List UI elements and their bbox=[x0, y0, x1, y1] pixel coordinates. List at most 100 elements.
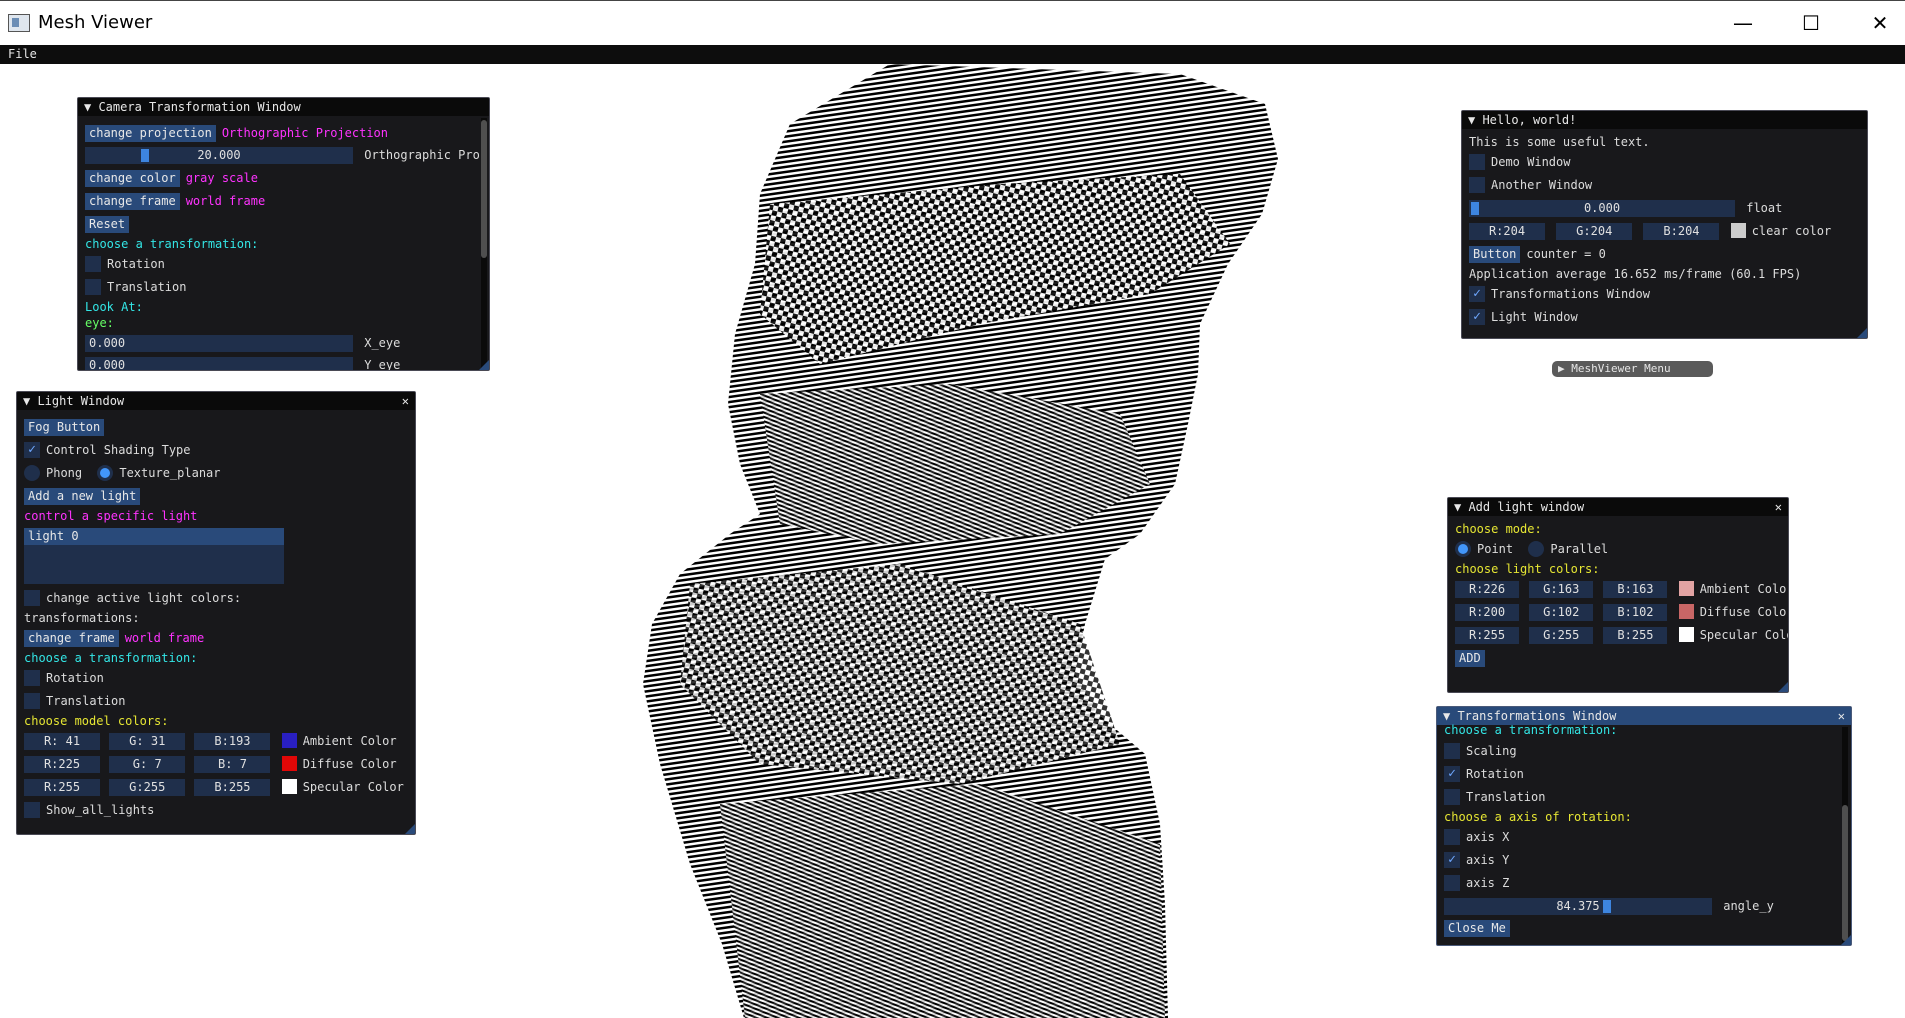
close-button[interactable]: ✕ bbox=[1857, 7, 1903, 39]
clear-r-input[interactable]: R:204 bbox=[1469, 223, 1545, 240]
checkmark-icon[interactable]: ✓ bbox=[1469, 308, 1485, 325]
change-color-button[interactable]: change color bbox=[85, 170, 180, 187]
ambient-color-swatch[interactable] bbox=[281, 733, 297, 748]
light-window-checkbox[interactable]: ✓ Light Window bbox=[1469, 308, 1578, 327]
show-all-lights-checkbox[interactable]: Show_all_lights bbox=[24, 801, 154, 820]
light-translation-checkbox[interactable]: Translation bbox=[24, 692, 125, 711]
addlight-specular-r[interactable]: R:255 bbox=[1455, 627, 1519, 644]
addlight-ambient-g[interactable]: G:163 bbox=[1529, 581, 1594, 598]
diffuse-b-input[interactable]: B: 7 bbox=[194, 756, 271, 773]
addlight-ambient-r[interactable]: R:226 bbox=[1455, 581, 1519, 598]
angle-slider[interactable]: 84.375 bbox=[1444, 898, 1712, 915]
add-light-button[interactable]: Add a new light bbox=[24, 488, 141, 505]
close-me-button[interactable]: Close Me bbox=[1444, 920, 1510, 937]
clear-g-input[interactable]: G:204 bbox=[1556, 223, 1633, 240]
add-button[interactable]: ADD bbox=[1455, 650, 1485, 667]
addlight-specular-swatch[interactable] bbox=[1678, 627, 1694, 642]
addlight-ambient-b[interactable]: B:163 bbox=[1603, 581, 1668, 598]
light-window[interactable]: ▼ Light Window ✕ Fog Button ✓ Control Shad… bbox=[16, 391, 416, 835]
axis-x-checkbox[interactable]: axis X bbox=[1444, 828, 1509, 847]
resize-grip[interactable] bbox=[1857, 328, 1867, 338]
float-slider[interactable]: 0.000 bbox=[1469, 200, 1735, 217]
resize-grip[interactable] bbox=[479, 360, 489, 370]
active-colors-checkbox[interactable]: change active light colors: bbox=[24, 589, 241, 608]
resize-grip[interactable] bbox=[1841, 935, 1851, 945]
diffuse-g-input[interactable]: G: 7 bbox=[109, 756, 186, 773]
add-light-window[interactable]: ▼ Add light window ✕ choose mode: Point P… bbox=[1447, 497, 1789, 693]
close-icon[interactable]: ✕ bbox=[1838, 707, 1845, 725]
addlight-specular-g[interactable]: G:255 bbox=[1529, 627, 1594, 644]
ambient-r-input[interactable]: R: 41 bbox=[24, 733, 100, 750]
checkbox-box[interactable] bbox=[1444, 874, 1460, 891]
demo-window-checkbox[interactable]: Demo Window bbox=[1469, 153, 1570, 172]
checkbox-box[interactable] bbox=[24, 589, 40, 606]
light-rotation-checkbox[interactable]: Rotation bbox=[24, 669, 104, 688]
close-icon[interactable]: ✕ bbox=[402, 392, 409, 410]
axis-y-checkbox[interactable]: ✓ axis Y bbox=[1444, 851, 1509, 870]
checkbox-box[interactable] bbox=[24, 801, 40, 818]
clear-color-swatch[interactable] bbox=[1730, 223, 1746, 238]
ortho-slider[interactable]: 20.000 bbox=[85, 147, 353, 164]
resize-grip[interactable] bbox=[1778, 682, 1788, 692]
camera-scrollbar-thumb[interactable] bbox=[481, 120, 487, 258]
light-window-title[interactable]: ▼ Light Window ✕ bbox=[17, 392, 415, 410]
angle-slider-grab[interactable] bbox=[1603, 900, 1612, 913]
ambient-b-input[interactable]: B:193 bbox=[194, 733, 271, 750]
texture-planar-radio[interactable] bbox=[97, 464, 114, 481]
addlight-specular-b[interactable]: B:255 bbox=[1603, 627, 1668, 644]
checkbox-box[interactable] bbox=[1444, 828, 1460, 845]
diffuse-r-input[interactable]: R:225 bbox=[24, 756, 100, 773]
x-eye-input[interactable]: 0.000 bbox=[85, 335, 353, 352]
another-window-checkbox[interactable]: Another Window bbox=[1469, 176, 1592, 195]
specular-color-swatch[interactable] bbox=[281, 779, 297, 794]
addlight-diffuse-swatch[interactable] bbox=[1678, 604, 1694, 619]
addlight-diffuse-b[interactable]: B:102 bbox=[1603, 604, 1668, 621]
add-light-window-title[interactable]: ▼ Add light window ✕ bbox=[1448, 498, 1788, 516]
rotation-checkbox[interactable]: ✓ Rotation bbox=[1444, 765, 1524, 784]
camera-translation-checkbox[interactable]: Translation bbox=[85, 278, 186, 297]
checkbox-box[interactable] bbox=[24, 669, 40, 686]
shading-checkbox[interactable]: ✓ Control Shading Type bbox=[24, 441, 191, 460]
change-frame-button[interactable]: change frame bbox=[85, 193, 180, 210]
change-projection-button[interactable]: change projection bbox=[85, 125, 216, 142]
checkbox-box[interactable] bbox=[85, 278, 101, 295]
checkbox-box[interactable] bbox=[1444, 742, 1460, 759]
scaling-checkbox[interactable]: Scaling bbox=[1444, 742, 1517, 761]
reset-button[interactable]: Reset bbox=[85, 216, 130, 233]
phong-radio[interactable] bbox=[24, 464, 40, 481]
hello-window-title[interactable]: ▼ Hello, world! bbox=[1462, 111, 1867, 129]
ortho-slider-grab[interactable] bbox=[140, 149, 149, 162]
specular-g-input[interactable]: G:255 bbox=[109, 779, 186, 796]
addlight-ambient-swatch[interactable] bbox=[1678, 581, 1694, 596]
checkmark-icon[interactable]: ✓ bbox=[1444, 851, 1460, 868]
menu-file[interactable]: File bbox=[8, 47, 37, 61]
checkmark-icon[interactable]: ✓ bbox=[24, 441, 40, 458]
clear-b-input[interactable]: B:204 bbox=[1643, 223, 1720, 240]
camera-rotation-checkbox[interactable]: Rotation bbox=[85, 255, 165, 274]
addlight-diffuse-g[interactable]: G:102 bbox=[1529, 604, 1594, 621]
hello-button[interactable]: Button bbox=[1469, 246, 1521, 263]
ambient-g-input[interactable]: G: 31 bbox=[109, 733, 186, 750]
transformations-scrollbar[interactable] bbox=[1842, 727, 1848, 943]
minimize-button[interactable]: — bbox=[1720, 7, 1766, 39]
checkbox-box[interactable] bbox=[1444, 788, 1460, 805]
float-slider-grab[interactable] bbox=[1471, 202, 1479, 215]
light-listbox[interactable]: light 0 bbox=[24, 528, 284, 584]
maximize-button[interactable]: ☐ bbox=[1788, 7, 1834, 39]
transformations-scrollbar-thumb[interactable] bbox=[1842, 805, 1848, 941]
checkbox-box[interactable] bbox=[1469, 176, 1485, 193]
diffuse-color-swatch[interactable] bbox=[281, 756, 297, 771]
translation-checkbox[interactable]: Translation bbox=[1444, 788, 1545, 807]
specular-r-input[interactable]: R:255 bbox=[24, 779, 100, 796]
addlight-diffuse-r[interactable]: R:200 bbox=[1455, 604, 1519, 621]
light-list-item[interactable]: light 0 bbox=[24, 528, 284, 545]
specular-b-input[interactable]: B:255 bbox=[194, 779, 271, 796]
close-icon[interactable]: ✕ bbox=[1775, 498, 1782, 516]
transformations-window-checkbox[interactable]: ✓ Transformations Window bbox=[1469, 285, 1650, 304]
resize-grip[interactable] bbox=[405, 824, 415, 834]
axis-z-checkbox[interactable]: axis Z bbox=[1444, 874, 1509, 893]
checkbox-box[interactable] bbox=[24, 692, 40, 709]
hello-window[interactable]: ▼ Hello, world! This is some useful text… bbox=[1461, 110, 1868, 339]
meshviewer-menu-collapsed[interactable]: ▶ MeshViewer Menu bbox=[1552, 361, 1713, 377]
camera-window-title[interactable]: ▼ Camera Transformation Window bbox=[78, 98, 489, 116]
